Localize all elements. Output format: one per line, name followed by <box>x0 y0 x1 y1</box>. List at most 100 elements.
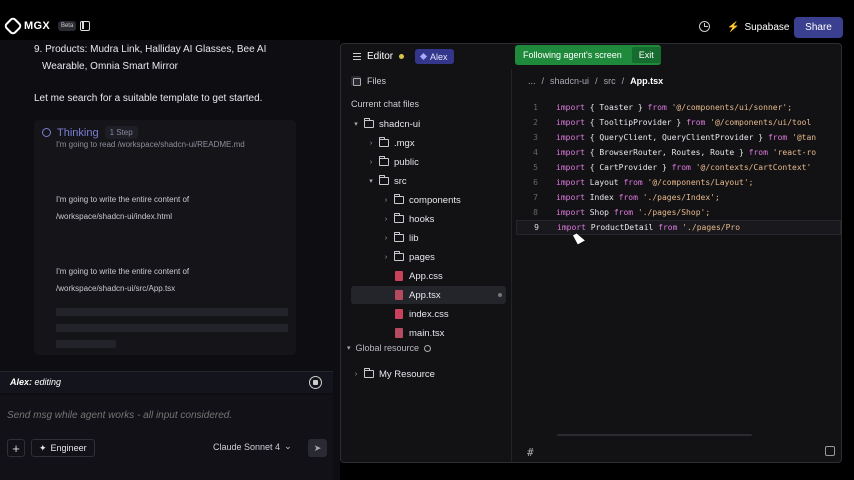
add-attachment-button[interactable]: + <box>7 439 25 457</box>
list-item-text: Products: Mudra Link, Halliday AI Glasse… <box>42 44 267 72</box>
tree-item-index-css[interactable]: index.css <box>351 305 506 323</box>
user-diamond-icon <box>419 52 428 61</box>
thinking-panel[interactable]: Thinking 1 Step I'm going to read /works… <box>34 120 296 355</box>
code-line[interactable]: 5 import { CartProvider } from '@/context… <box>516 160 841 175</box>
step-badge: 1 Step <box>104 126 138 139</box>
tree-item-pages[interactable]: › pages <box>351 248 506 266</box>
code-string: '@/contexts/CartContext' <box>690 163 812 172</box>
editing-status-bar: Alex: editing <box>0 371 333 393</box>
loading-skeleton <box>56 340 116 348</box>
message-input[interactable] <box>7 410 307 421</box>
line-number: 3 <box>533 133 538 142</box>
code-line[interactable]: 1 import { Toaster } from '@/components/u… <box>516 100 841 115</box>
stop-icon[interactable] <box>309 376 322 389</box>
code-string: './pages/Pro <box>677 223 741 232</box>
thinking-log-line: I'm going to write the entire content of <box>56 267 190 276</box>
tree-title: Current chat files <box>351 99 420 109</box>
app-logo[interactable]: MGX Beta <box>3 16 77 36</box>
code-keyword: import <box>556 163 585 172</box>
history-icon[interactable] <box>699 21 710 32</box>
code-line[interactable]: 3 import { QueryClient, QueryClientProvid… <box>516 130 841 145</box>
thinking-header[interactable]: Thinking 1 Step <box>42 126 138 139</box>
breadcrumb-item[interactable]: ... <box>528 76 536 86</box>
chevron-right-icon: › <box>384 215 388 223</box>
send-button[interactable]: ➤ <box>308 439 327 457</box>
code-line[interactable]: 8 import Shop from './pages/Shop'; <box>516 205 841 220</box>
tree-item-shadcn-ui[interactable]: ▾ shadcn-ui <box>351 115 506 133</box>
code-identifier: ProductDetail <box>585 223 659 232</box>
chevron-down-icon: ▾ <box>347 345 351 352</box>
global-resource-section[interactable]: ▾ Global resource <box>347 343 432 353</box>
tree-item-components[interactable]: › components <box>351 191 506 209</box>
code-identifier: Layout <box>584 178 624 187</box>
global-resource-label: Global resource <box>355 343 420 353</box>
chevron-right-icon: › <box>369 158 373 166</box>
code-string: '@tan <box>787 133 817 142</box>
files-label: Files <box>367 76 387 86</box>
tree-item-app-css[interactable]: App.css <box>351 267 506 285</box>
tree-item-main-tsx[interactable]: main.tsx <box>351 324 506 342</box>
tree-item-label: .mgx <box>394 137 415 149</box>
code-line[interactable]: 9 import ProductDetail from './pages/Pro <box>516 220 841 235</box>
chevron-right-icon: › <box>384 234 388 242</box>
expand-icon[interactable] <box>825 446 835 456</box>
panel-divider[interactable] <box>511 69 512 462</box>
code-line[interactable]: 4 import { BrowserRouter, Routes, Route }… <box>516 145 841 160</box>
code-line[interactable]: 6 import Layout from '@/components/Layout… <box>516 175 841 190</box>
code-line[interactable]: 7 import Index from './pages/Index'; <box>516 190 841 205</box>
tree-item-public[interactable]: › public <box>351 153 506 171</box>
tree-item-label: shadcn-ui <box>379 118 421 130</box>
engineer-mode-button[interactable]: ✦ Engineer <box>31 439 95 457</box>
code-line[interactable]: 2 import { TooltipProvider } from '@/comp… <box>516 115 841 130</box>
share-button[interactable]: Share <box>794 17 843 38</box>
chevron-right-icon: › <box>369 139 373 147</box>
folder-icon <box>379 137 389 147</box>
code-string: '@/components/ui/tool <box>705 118 812 127</box>
supabase-button[interactable]: ⚡ Supabase <box>719 16 798 38</box>
tree-item-my-resource[interactable]: › My Resource <box>351 365 506 383</box>
sidebar-toggle-icon[interactable] <box>80 21 90 31</box>
code-keyword: from <box>658 223 678 232</box>
code-keyword: import <box>556 133 585 142</box>
tree-item-lib[interactable]: › lib <box>351 229 506 247</box>
following-text: Following agent's screen <box>523 50 622 60</box>
engineer-label: Engineer <box>50 443 87 453</box>
tree-item-src[interactable]: ▾ src <box>351 172 506 190</box>
search-icon[interactable] <box>424 344 432 352</box>
hash-icon[interactable]: # <box>527 446 534 459</box>
product-list-item: 9. Products: Mudra Link, Halliday AI Gla… <box>34 41 312 75</box>
thinking-icon <box>42 128 51 137</box>
files-header[interactable]: Files <box>351 76 386 86</box>
breadcrumb-item[interactable]: src <box>604 76 616 86</box>
line-number: 7 <box>533 193 538 202</box>
tree-item-mgx[interactable]: › .mgx <box>351 134 506 152</box>
code-keyword: from <box>748 148 768 157</box>
code-identifier: Shop <box>584 208 614 217</box>
breadcrumb-current[interactable]: App.tsx <box>630 76 663 86</box>
code-string: '@/components/ui/sonner'; <box>666 103 793 112</box>
css-file-icon <box>395 271 403 281</box>
beta-badge: Beta <box>57 21 77 31</box>
loading-skeleton <box>56 324 288 332</box>
code-identifier: { TooltipProvider } <box>584 118 687 127</box>
exit-follow-button[interactable]: Exit <box>631 47 661 63</box>
chevron-down-icon: ▾ <box>369 178 373 185</box>
tree-item-label: src <box>394 175 407 187</box>
model-select[interactable]: Claude Sonnet 4 ⌄ <box>213 441 292 452</box>
css-file-icon <box>395 309 403 319</box>
tree-item-app-tsx[interactable]: App.tsx <box>351 286 506 304</box>
user-chip-label: Alex <box>430 51 448 62</box>
code-identifier: Index <box>584 193 619 202</box>
tree-item-label: App.css <box>409 270 443 282</box>
user-chip[interactable]: Alex <box>415 49 454 64</box>
code-identifier: { CartProvider } <box>584 163 672 172</box>
code-keyword: from <box>767 133 788 142</box>
breadcrumb-item[interactable]: shadcn-ui <box>550 76 589 86</box>
tsx-file-icon <box>395 290 403 300</box>
folder-icon <box>394 232 404 242</box>
horizontal-scrollbar[interactable] <box>557 434 752 436</box>
logo-text: MGX <box>24 20 50 32</box>
tree-item-label: index.css <box>409 308 449 320</box>
tree-item-hooks[interactable]: › hooks <box>351 210 506 228</box>
thinking-log-line: I'm going to write the entire content of <box>56 195 190 204</box>
